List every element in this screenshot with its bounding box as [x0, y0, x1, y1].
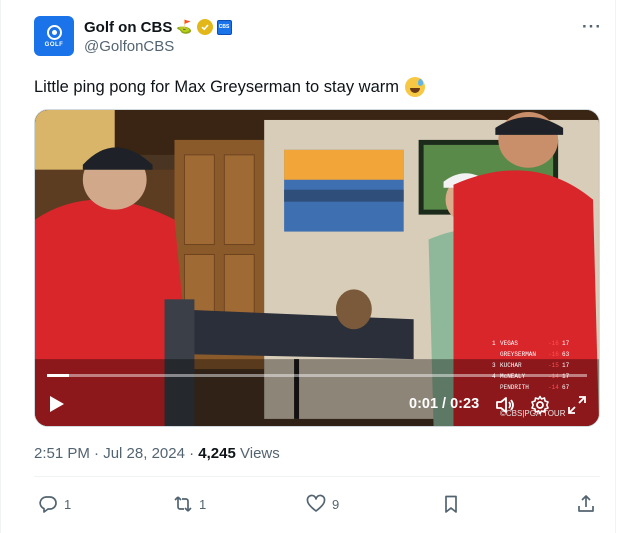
lb-score: -16	[548, 351, 559, 358]
volume-icon[interactable]	[495, 395, 515, 415]
lb-score: -15	[548, 362, 559, 369]
avatar-label: GOLF	[44, 41, 64, 48]
lb-thru: 67	[562, 384, 570, 391]
heart-icon	[306, 494, 326, 512]
tweet-time[interactable]: 2:51 PM	[34, 445, 90, 462]
views-label: Views	[240, 445, 280, 462]
lb-score: -14	[548, 384, 559, 391]
retweet-button[interactable]: 1	[173, 494, 206, 514]
retweet-count: 1	[199, 496, 207, 512]
share-button[interactable]	[576, 494, 596, 514]
lb-pos: 1	[492, 340, 496, 347]
reply-icon	[39, 496, 57, 513]
verified-badge-icon[interactable]	[196, 19, 213, 35]
right-border	[615, 0, 616, 533]
more-options-icon[interactable]: ···	[582, 17, 602, 37]
reply-count: 1	[64, 496, 72, 512]
tweet-date[interactable]: Jul 28, 2024	[103, 445, 185, 462]
lb-name: PENDRITH	[500, 384, 529, 391]
play-icon[interactable]	[49, 395, 65, 413]
video-player[interactable]: 1 VEGAS -16 17 GREYSERMAN -16 63 3 KUCHA…	[34, 109, 600, 427]
bookmark-button[interactable]	[441, 494, 461, 514]
reply-button[interactable]: 1	[38, 494, 71, 514]
lb-name: KUCHAR	[500, 362, 522, 369]
leaderboard-overlay: 1 VEGAS -16 17 GREYSERMAN -16 63 3 KUCHA…	[492, 338, 599, 393]
bookmark-icon	[445, 495, 457, 513]
tweet-text-row: Little ping pong for Max Greyserman to s…	[34, 77, 425, 97]
cbs-eye-icon	[46, 24, 62, 40]
settings-gear-icon[interactable]	[530, 395, 550, 415]
leaderboard-row: 3 KUCHAR -15 17	[492, 360, 599, 371]
leaderboard-row: 1 VEGAS -16 17	[492, 338, 599, 349]
lb-thru: 17	[562, 340, 570, 347]
leaderboard-row: GREYSERMAN -16 63	[492, 349, 599, 360]
lb-thru: 17	[562, 362, 570, 369]
golf-flag-icon: ⛳	[176, 19, 193, 34]
lb-thru: 63	[562, 351, 570, 358]
fullscreen-icon[interactable]	[567, 395, 587, 415]
tweet-card: GOLF Golf on CBS ⛳ CBS @GolfonCBS ··· Li…	[0, 0, 633, 533]
share-icon	[578, 495, 594, 512]
meta-separator: ·	[94, 445, 104, 462]
lb-pos: 3	[492, 362, 496, 369]
affiliate-badge-icon[interactable]: CBS	[216, 19, 232, 35]
sweat-smile-emoji-icon	[404, 77, 425, 97]
meta-separator: ·	[189, 445, 199, 462]
avatar[interactable]: GOLF	[34, 16, 74, 56]
like-count: 9	[332, 496, 340, 512]
author-display-name[interactable]: Golf on CBS	[84, 19, 172, 36]
left-border	[0, 0, 1, 533]
leaderboard-row: PENDRITH -14 67	[492, 382, 599, 393]
like-button[interactable]: 9	[306, 494, 339, 514]
author-name-row: Golf on CBS ⛳ CBS	[84, 18, 232, 36]
lb-score: -16	[548, 340, 559, 347]
video-time: 0:01 / 0:23	[409, 396, 480, 412]
divider	[34, 476, 600, 477]
author-handle[interactable]: @GolfonCBS	[84, 38, 174, 55]
tweet-meta: 2:51 PM · Jul 28, 2024 · 4,245 Views	[34, 445, 280, 462]
lb-name: GREYSERMAN	[500, 351, 537, 358]
video-progress-bar[interactable]	[47, 374, 587, 377]
lb-name: VEGAS	[500, 340, 519, 347]
views-count[interactable]: 4,245	[198, 445, 236, 462]
tweet-text: Little ping pong for Max Greyserman to s…	[34, 77, 399, 96]
retweet-icon	[174, 496, 192, 512]
video-progress-fill	[47, 374, 69, 377]
